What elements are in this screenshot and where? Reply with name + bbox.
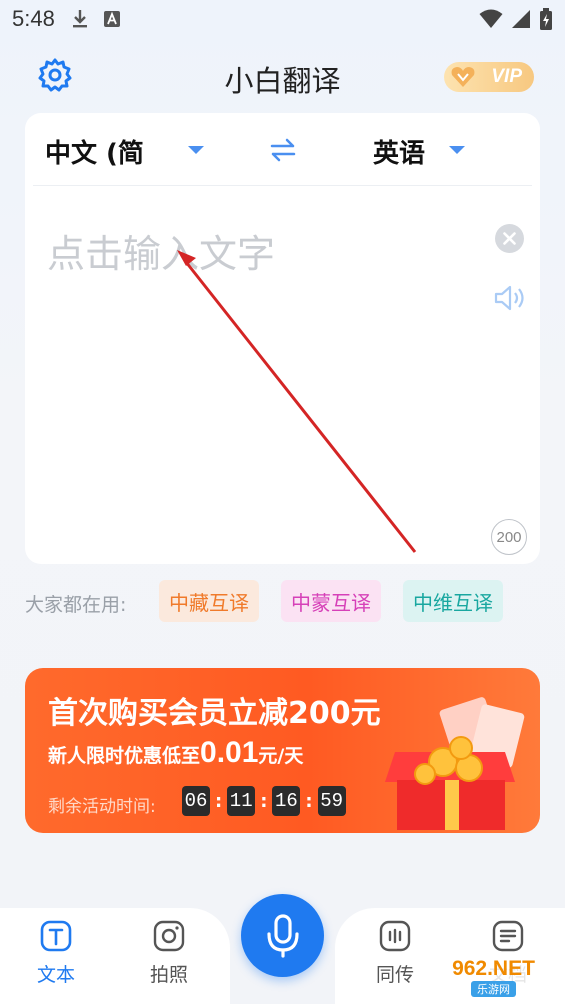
- camera-icon: [153, 920, 185, 952]
- vip-button[interactable]: VIP: [444, 62, 534, 92]
- chip-zh-tibetan[interactable]: 中藏互译: [159, 580, 259, 622]
- document-icon: [492, 920, 524, 952]
- tab-interpret-label: 同传: [375, 964, 414, 986]
- translation-card: 中文 (简 英语 点击输入文字 200: [25, 113, 540, 564]
- font-icon: [103, 11, 120, 27]
- vip-heart-icon: [451, 67, 475, 87]
- promo-sub-suffix: 元/天: [258, 745, 304, 767]
- swap-languages-icon[interactable]: [269, 137, 297, 163]
- app-header: 小白翻译 VIP: [0, 50, 565, 100]
- download-icon: [72, 10, 87, 28]
- timer-hours: 06: [182, 786, 210, 816]
- popular-label: 大家都在用:: [25, 594, 127, 616]
- char-limit-counter: 200: [491, 519, 527, 555]
- promo-timer-label: 剩余活动时间:: [48, 797, 156, 817]
- microphone-icon: [266, 913, 299, 958]
- voice-input-button[interactable]: [241, 894, 324, 977]
- chip-zh-uyghur[interactable]: 中维互译: [403, 580, 503, 622]
- wifi-icon: [479, 9, 503, 28]
- target-language-selector[interactable]: 英语: [373, 133, 425, 170]
- text-icon: [40, 920, 72, 952]
- tab-camera[interactable]: 拍照: [134, 920, 204, 987]
- chip-zh-mongolian[interactable]: 中蒙互译: [281, 580, 381, 622]
- countdown-timer: 06 : 11 : 16 : 59: [182, 786, 346, 816]
- promo-banner[interactable]: 首次购买会员立减200元 新人限时优惠低至0.01元/天 剩余活动时间: 06 …: [25, 668, 540, 833]
- source-language-selector[interactable]: 中文 (简: [45, 133, 144, 170]
- interpret-icon: [379, 920, 411, 952]
- promo-subtitle: 新人限时优惠低至0.01元/天: [48, 736, 303, 770]
- card-divider: [33, 185, 532, 186]
- watermark-logo: 962.NET 乐游网: [426, 955, 561, 999]
- promo-sub-prefix: 新人限时优惠低至: [48, 745, 201, 767]
- promo-price: 0.01: [200, 736, 259, 769]
- text-input[interactable]: 点击输入文字: [47, 223, 275, 278]
- status-bar: 5:48: [0, 0, 565, 38]
- language-selector-row: 中文 (简 英语: [25, 113, 540, 185]
- timer-centis: 59: [317, 786, 346, 816]
- tab-interpret[interactable]: 同传: [360, 920, 430, 987]
- popular-translations: 大家都在用: 中藏互译 中蒙互译 中维互译: [25, 580, 540, 622]
- speaker-icon[interactable]: [493, 283, 527, 313]
- watermark-top: 962.NET: [452, 957, 535, 980]
- clear-input-icon[interactable]: [495, 224, 524, 253]
- watermark-bottom: 乐游网: [471, 981, 516, 997]
- gift-box-icon: [385, 697, 525, 830]
- timer-minutes: 11: [227, 786, 256, 816]
- tab-camera-label: 拍照: [149, 964, 188, 986]
- battery-icon: [540, 8, 552, 30]
- target-dropdown-caret-icon[interactable]: [449, 146, 465, 154]
- vip-label: VIP: [491, 66, 522, 87]
- timer-seconds: 16: [272, 786, 301, 816]
- signal-icon: [512, 10, 530, 28]
- status-time: 5:48: [12, 6, 55, 31]
- tab-text[interactable]: 文本: [21, 920, 91, 987]
- promo-title: 首次购买会员立减200元: [48, 696, 381, 731]
- source-dropdown-caret-icon[interactable]: [188, 146, 204, 154]
- tab-text-label: 文本: [36, 964, 75, 986]
